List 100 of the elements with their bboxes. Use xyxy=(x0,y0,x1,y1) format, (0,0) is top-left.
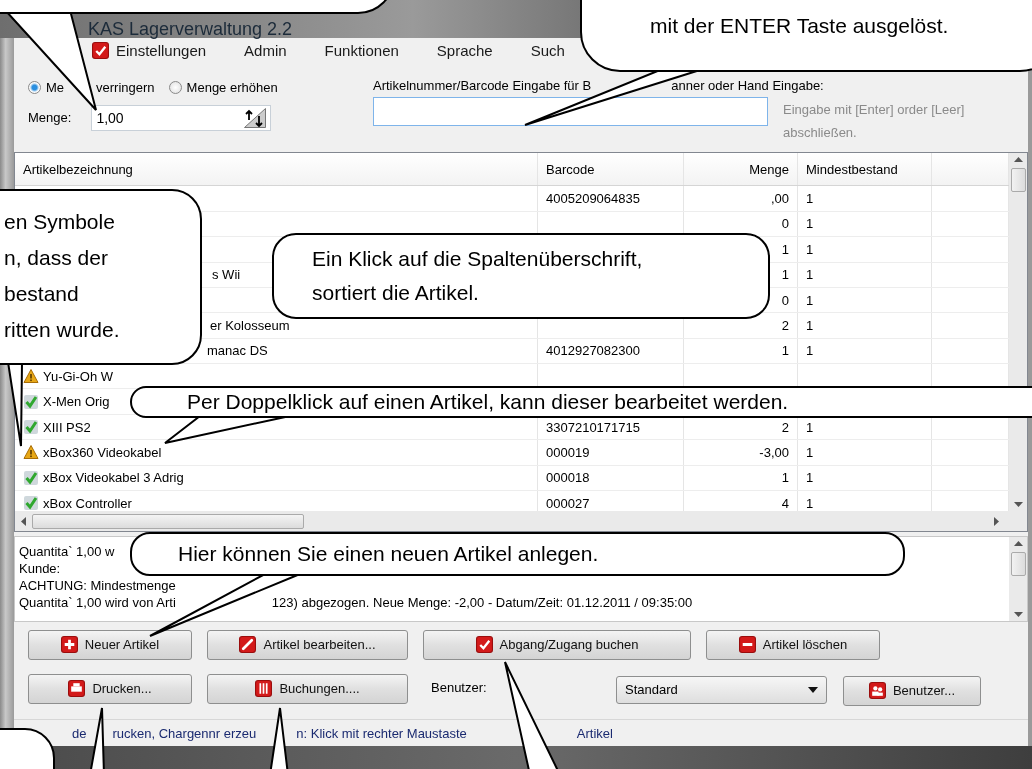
column-header[interactable]: Mindestbestand xyxy=(798,153,932,186)
status-text: rucken, Chargennr erzeu xyxy=(112,725,257,741)
scroll-up-icon[interactable] xyxy=(1013,541,1023,547)
article-name: xBox Videokabel 3 Adrig xyxy=(43,470,184,486)
plus-icon xyxy=(60,636,78,654)
check-icon xyxy=(23,469,39,486)
hint-text: Eingabe mit [Enter] order [Leer] abschließen. xyxy=(783,100,966,142)
menu-item[interactable]: Funktionen xyxy=(316,42,407,60)
scrollbar-thumb[interactable] xyxy=(1010,168,1026,193)
table-cell: 4012927082300 xyxy=(538,338,684,364)
scrollbar[interactable] xyxy=(1009,153,1027,512)
table-cell: 1 xyxy=(798,211,932,237)
article-name: XIII PS2 xyxy=(43,419,91,435)
check-icon xyxy=(23,495,39,512)
warning-icon xyxy=(23,368,39,385)
field-label: anner oder Hand Eingabe: xyxy=(671,77,824,93)
barcode-input-field[interactable] xyxy=(373,96,768,126)
table-cell: 1 xyxy=(798,186,932,211)
log-text: ACHTUNG: Mindestmenge xyxy=(19,577,176,595)
spin-icon[interactable] xyxy=(244,107,267,128)
scroll-down-icon[interactable] xyxy=(1013,502,1023,508)
field-label: Benutzer: xyxy=(430,678,488,695)
scrollbar[interactable] xyxy=(1009,537,1027,621)
columns-icon xyxy=(255,680,273,698)
scrollbar-thumb[interactable] xyxy=(1010,552,1026,577)
callout-tail xyxy=(88,707,106,769)
scroll-left-icon[interactable] xyxy=(21,516,26,526)
column-header[interactable]: Artikelbezeichnung xyxy=(15,153,538,186)
action-button[interactable]: Artikel löschen xyxy=(706,629,880,660)
scrollbar[interactable] xyxy=(15,511,1027,532)
warning-icon xyxy=(23,444,39,461)
scroll-right-icon[interactable] xyxy=(994,516,999,526)
check-icon xyxy=(23,393,39,410)
article-name: xBox Controller xyxy=(43,495,132,511)
status-text: Artikel xyxy=(576,725,613,741)
table-cell: 1 xyxy=(798,465,932,491)
table-cell: 1 xyxy=(798,440,932,465)
action-button[interactable]: Drucken... xyxy=(28,673,192,704)
action-button[interactable]: Buchungen.... xyxy=(207,673,408,704)
quantity-field[interactable]: 1,00 xyxy=(91,104,272,131)
check-icon xyxy=(23,419,39,436)
menu-item[interactable]: Einstellungen xyxy=(84,42,215,60)
scroll-down-icon[interactable] xyxy=(1013,611,1023,617)
action-button[interactable]: Neuer Artikel xyxy=(28,629,192,660)
users-icon xyxy=(868,682,886,700)
table-cell: 1 xyxy=(798,262,932,287)
action-button[interactable]: Artikel bearbeiten... xyxy=(207,629,408,660)
action-button[interactable]: Benutzer... xyxy=(843,675,981,706)
callout-text: Hier können Sie einen neuen Artikel anlegen. xyxy=(178,541,600,567)
minus-icon xyxy=(738,636,756,654)
window-title: KAS Lagerverwaltung 2.2 xyxy=(88,20,293,38)
article-name: s Wii xyxy=(212,267,241,283)
action-button[interactable]: Abgang/Zugang buchen xyxy=(423,629,691,660)
table-cell: 1 xyxy=(798,338,932,364)
log-text: Quantita` 1,00 w xyxy=(19,543,115,561)
pencil-icon xyxy=(239,636,257,654)
log-text: 123) abgezogen. Neue Menge: -2,00 - Datum/Zeit: 01.12.2011 / 09:35:00 xyxy=(271,594,693,612)
caret-icon xyxy=(808,686,818,693)
scrollbar-thumb[interactable] xyxy=(32,513,304,529)
printer-icon xyxy=(68,680,86,698)
table-cell: 1 xyxy=(684,465,798,491)
status-text: de xyxy=(72,725,87,741)
check-icon xyxy=(475,636,493,654)
article-name: manac DS xyxy=(207,343,268,359)
table-cell: 1 xyxy=(684,338,798,364)
callout-text: en Symbole n, dass der bestand ritten wurde. xyxy=(4,209,121,343)
table-cell: -3,00 xyxy=(684,440,798,465)
status-text: n: Klick mit rechter Maustaste xyxy=(296,725,467,741)
field-label: Artikelnummer/Barcode Eingabe für B xyxy=(373,77,592,93)
radio-label: verringern xyxy=(96,79,155,95)
log-text: Quantita` 1,00 wird von Arti xyxy=(19,594,176,612)
radio-button[interactable] xyxy=(28,80,41,94)
log-text: Kunde: xyxy=(19,560,61,578)
radio-label: Menge erhöhen xyxy=(186,79,278,95)
scroll-up-icon[interactable] xyxy=(1013,157,1023,163)
user-dropdown[interactable]: Standard xyxy=(616,675,827,704)
article-name: X-Men Orig xyxy=(43,394,110,410)
field-label: Menge: xyxy=(28,110,72,126)
table-cell: 000018 xyxy=(538,465,684,491)
callout-tail xyxy=(268,707,290,769)
menu-item[interactable]: Such xyxy=(522,42,573,60)
table-cell: 1 xyxy=(798,237,932,262)
check-icon xyxy=(92,42,109,60)
column-header[interactable]: Barcode xyxy=(538,153,684,186)
menu-item[interactable]: Admin xyxy=(236,42,295,60)
column-header[interactable]: Menge xyxy=(684,153,798,186)
callout-text: Ein Klick auf die Spaltenüberschrift, sortiert die Artikel. xyxy=(312,246,644,306)
table-cell: 1 xyxy=(798,313,932,338)
table-cell: 4005209064835 xyxy=(538,186,684,211)
article-name: er Kolosseum xyxy=(210,318,290,333)
article-name: Yu-Gi-Oh W xyxy=(43,368,114,384)
table-cell: ,00 xyxy=(684,186,798,211)
callout-text: Per Doppelklick auf einen Artikel, kann dieser bearbeitet werden. xyxy=(187,389,790,415)
table-cell: 1 xyxy=(798,287,932,313)
table-cell: 000019 xyxy=(538,440,684,465)
radio-button[interactable] xyxy=(168,80,182,94)
radio-label: Me xyxy=(46,79,65,95)
article-name: xBox360 Videokabel xyxy=(43,444,162,460)
callout-text: mit der ENTER Taste ausgelöst. xyxy=(650,13,950,39)
menu-item[interactable]: Sprache xyxy=(428,42,501,60)
